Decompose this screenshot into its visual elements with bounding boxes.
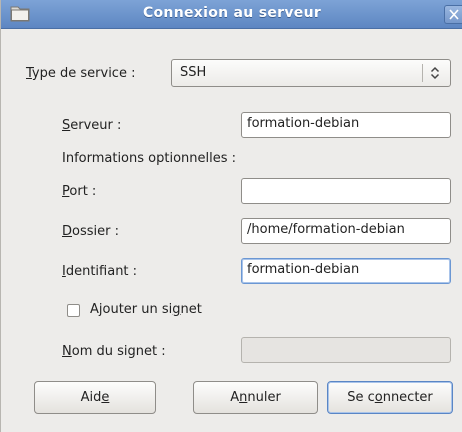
cancel-button[interactable]: Annuler bbox=[193, 381, 318, 414]
combo-separator bbox=[422, 64, 423, 82]
service-type-combo[interactable]: SSH bbox=[171, 59, 451, 87]
updown-arrows-icon bbox=[429, 65, 441, 85]
folder-input[interactable]: /home/formation-debian bbox=[241, 218, 451, 244]
username-label: Identifiant : bbox=[62, 264, 138, 279]
port-label: Port : bbox=[62, 184, 97, 199]
port-input[interactable] bbox=[241, 178, 451, 204]
add-bookmark-checkbox[interactable] bbox=[67, 304, 80, 317]
service-type-value: SSH bbox=[180, 65, 207, 80]
bookmark-name-label: Nom du signet : bbox=[62, 344, 166, 359]
help-button[interactable]: Aide bbox=[34, 381, 156, 414]
connect-to-server-dialog: Connexion au serveur Type de service : S… bbox=[0, 0, 462, 432]
service-type-label: Type de service : bbox=[26, 66, 136, 81]
close-icon bbox=[449, 9, 459, 20]
add-bookmark-label[interactable]: Ajouter un signet bbox=[90, 302, 202, 317]
close-button[interactable] bbox=[444, 5, 462, 24]
server-input[interactable]: formation-debian bbox=[241, 112, 451, 138]
window-title: Connexion au serveur bbox=[142, 5, 322, 21]
title-bar[interactable]: Connexion au serveur bbox=[1, 0, 462, 29]
optional-info-heading: Informations optionnelles : bbox=[62, 151, 237, 166]
server-label: Serveur : bbox=[62, 118, 122, 133]
folder-label: Dossier : bbox=[62, 224, 119, 239]
bookmark-name-input bbox=[241, 337, 451, 363]
connect-button[interactable]: Se connecter bbox=[327, 381, 453, 414]
username-input[interactable]: formation-debian bbox=[241, 258, 451, 284]
